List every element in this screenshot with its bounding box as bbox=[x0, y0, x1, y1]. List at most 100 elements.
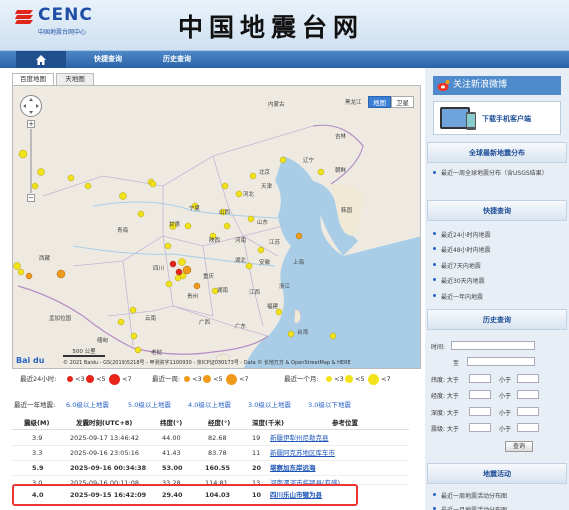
label-shanghai: 上海 bbox=[293, 260, 305, 266]
zoom-in-button[interactable]: + bbox=[27, 120, 35, 128]
filter-3plus-link[interactable]: 3.0级以上地震 bbox=[248, 399, 291, 409]
depth-max-input[interactable] bbox=[517, 407, 539, 416]
sidebar: 关注新浪微博 下载手机客户端 全球最新地震分布 最近一周全球地震分布（含USGS… bbox=[425, 68, 569, 510]
label-hubei: 湖北 bbox=[235, 258, 247, 264]
depth-min-input[interactable] bbox=[469, 407, 491, 416]
legend-day-lt3: <3 bbox=[75, 375, 85, 383]
legend-week-dot-mid bbox=[203, 375, 211, 383]
activity-month-link[interactable]: 最近一月地震活动分布图 bbox=[433, 505, 507, 510]
quick-section-title: 快捷查询 bbox=[427, 200, 567, 221]
quick-24h-link[interactable]: 最近24小时内地震 bbox=[433, 230, 491, 239]
header-magnitude: 震级(M) bbox=[24, 419, 50, 427]
lat-max-input[interactable] bbox=[517, 374, 539, 383]
header-location: 参考位置 bbox=[332, 419, 358, 427]
row-longitude: 83.78 bbox=[208, 449, 227, 457]
legend-month-lt5: <5 bbox=[355, 375, 365, 383]
to-label: 至 bbox=[453, 360, 460, 367]
client-download-banner[interactable]: 下载手机客户端 bbox=[433, 101, 561, 135]
filter-below3-link[interactable]: 3.0级以下地震 bbox=[308, 399, 351, 409]
row-latitude: 53.00 bbox=[162, 464, 183, 472]
global-section-title: 全球最新地震分布 bbox=[427, 142, 567, 163]
row-depth: 11 bbox=[252, 449, 261, 457]
row-depth: 19 bbox=[252, 434, 261, 442]
row-location-link[interactable]: 堪察加东岸远海 bbox=[270, 461, 316, 475]
mag-min-input[interactable] bbox=[469, 423, 491, 432]
label-henan: 河南 bbox=[235, 238, 247, 244]
tab-baidu-map[interactable]: 百度地图 bbox=[12, 73, 54, 85]
lon-max-input[interactable] bbox=[517, 390, 539, 399]
label-guangxi: 广西 bbox=[199, 320, 211, 326]
quick-30d-link[interactable]: 最近30天内地震 bbox=[433, 276, 485, 285]
filter-6plus-link[interactable]: 6.0级以上地震 bbox=[66, 399, 109, 409]
client-label: 下载手机客户端 bbox=[482, 115, 531, 123]
quick-1y-link[interactable]: 最近一年内地震 bbox=[433, 292, 483, 301]
quick-7d-link[interactable]: 最近7天内地震 bbox=[433, 261, 481, 270]
label-chongqing: 重庆 bbox=[203, 274, 215, 280]
legend-month-dot-mid bbox=[345, 375, 353, 383]
table-row: 3.3 2025-09-16 23:05:16 41.43 83.78 11 新… bbox=[12, 446, 409, 461]
earthquake-map[interactable]: 内蒙古 黑龙江 吉林 辽宁 北京 天津 河北 山西 山东 朝鲜 韩国 宁夏 甘肃… bbox=[12, 85, 421, 369]
header-longitude: 经度(°) bbox=[208, 419, 231, 427]
row-depth: 20 bbox=[252, 464, 262, 472]
map-type-map-button[interactable]: 地图 bbox=[368, 96, 391, 108]
table-row: 3.9 2025-09-17 13:46:42 44.00 82.68 19 新… bbox=[12, 431, 409, 446]
label-xizang: 西藏 bbox=[39, 256, 51, 262]
mag-label: 震级: 大于 bbox=[431, 426, 459, 433]
depth-less-label: 小于 bbox=[499, 410, 512, 417]
legend-month-dot-large bbox=[368, 373, 379, 385]
label-zhejiang: 浙江 bbox=[279, 284, 291, 290]
legend-month-dot-small bbox=[326, 376, 332, 382]
header-time: 发震时刻(UTC+8) bbox=[76, 419, 133, 427]
map-legend: 最近24小时: <3 <5 <7 最近一周: <3 <5 <7 最近一个月: <… bbox=[20, 373, 420, 385]
zoom-out-button[interactable]: − bbox=[27, 194, 35, 202]
legend-week-lt7: <7 bbox=[239, 375, 249, 383]
label-sichuan: 四川 bbox=[153, 266, 165, 272]
legend-week-label: 最近一周: bbox=[152, 375, 181, 383]
label-taiwan: 台湾 bbox=[297, 330, 309, 336]
label-jilin: 吉林 bbox=[335, 134, 347, 140]
time-end-input[interactable] bbox=[467, 357, 535, 366]
label-gansu: 甘肃 bbox=[169, 222, 181, 228]
lon-label: 经度: 大于 bbox=[431, 393, 459, 400]
nav-quick-query[interactable]: 快捷查询 bbox=[94, 51, 122, 68]
legend-week-lt3: <3 bbox=[192, 375, 202, 383]
lat-min-input[interactable] bbox=[469, 374, 491, 383]
label-anhui: 安徽 bbox=[259, 260, 271, 266]
nav-history-query[interactable]: 历史查询 bbox=[163, 51, 191, 68]
home-icon bbox=[36, 54, 46, 65]
tab-tianditu[interactable]: 天地图 bbox=[56, 73, 94, 85]
weibo-label: 关注新浪微博 bbox=[453, 80, 508, 90]
time-start-input[interactable] bbox=[451, 341, 535, 350]
mag-max-input[interactable] bbox=[517, 423, 539, 432]
global-week-link[interactable]: 最近一周全球地震分布（含USGS结果） bbox=[433, 169, 561, 178]
label-mengjiala: 孟加拉国 bbox=[49, 316, 72, 322]
label-hunan: 湖南 bbox=[217, 288, 229, 294]
label-yunnan: 云南 bbox=[145, 316, 157, 322]
quick-48h-link[interactable]: 最近48小时内地震 bbox=[433, 245, 491, 254]
legend-day-lt5: <5 bbox=[96, 375, 106, 383]
home-button[interactable] bbox=[16, 51, 66, 68]
filter-4plus-link[interactable]: 4.0级以上地震 bbox=[188, 399, 231, 409]
row-location-link[interactable]: 新疆阿克苏地区库车市 bbox=[270, 446, 335, 460]
row-longitude: 160.55 bbox=[205, 464, 231, 472]
activity-week-link[interactable]: 最近一周地震活动分布图 bbox=[433, 491, 507, 500]
lon-min-input[interactable] bbox=[469, 390, 491, 399]
baidu-logo: Bai du bbox=[16, 356, 45, 365]
lon-less-label: 小于 bbox=[499, 393, 512, 400]
label-fujian: 福建 bbox=[267, 304, 279, 310]
map-type-satellite-button[interactable]: 卫星 bbox=[391, 96, 414, 108]
row-magnitude: 3.9 bbox=[32, 434, 43, 442]
map-type-switch: 地图 卫星 bbox=[368, 96, 414, 108]
row-latitude: 41.43 bbox=[162, 449, 181, 457]
weibo-follow-button[interactable]: 关注新浪微博 bbox=[433, 76, 561, 95]
depth-label: 深度: 大于 bbox=[431, 410, 459, 417]
filter-5plus-link[interactable]: 5.0级以上地震 bbox=[128, 399, 171, 409]
row-latitude: 44.00 bbox=[162, 434, 181, 442]
query-button[interactable]: 查询 bbox=[505, 441, 533, 452]
label-shaanxi: 陕西 bbox=[209, 238, 221, 244]
legend-week-dot-small bbox=[184, 376, 190, 382]
row-location-link[interactable]: 新疆伊犁州尼勒克县 bbox=[270, 431, 329, 445]
zoom-slider[interactable] bbox=[30, 129, 32, 193]
legend-week-dot-large bbox=[226, 373, 237, 385]
pan-control[interactable] bbox=[20, 95, 42, 117]
